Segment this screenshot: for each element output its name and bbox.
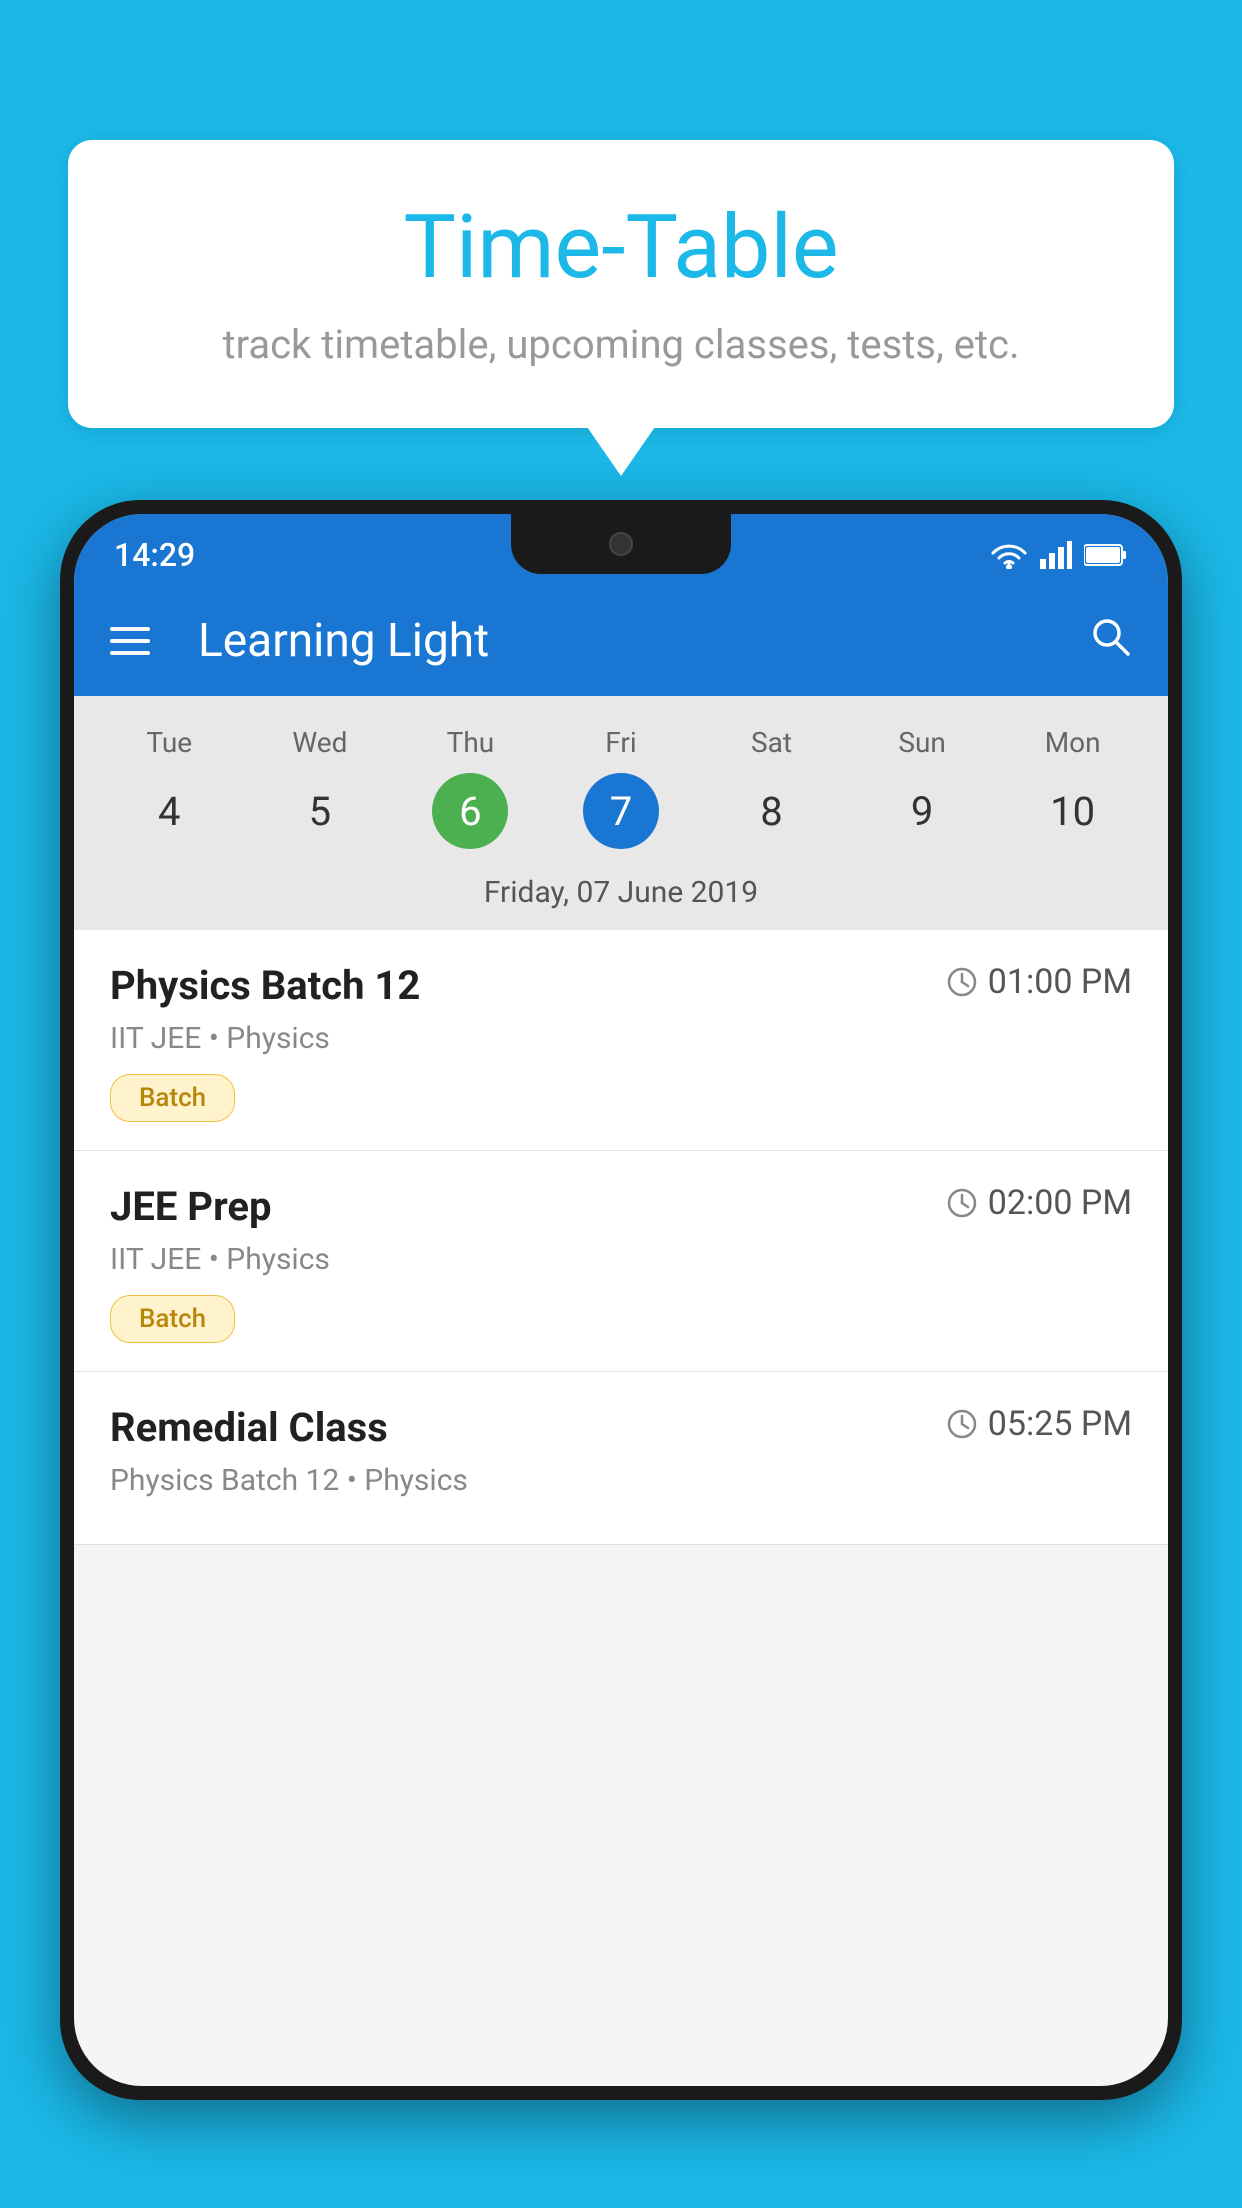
- selected-date-label: Friday, 07 June 2019: [74, 859, 1168, 930]
- day-tue[interactable]: Tue 4: [131, 726, 207, 849]
- phone-screen: 14:29: [74, 514, 1168, 2086]
- day-number-wed: 5: [282, 773, 358, 849]
- day-label-fri: Fri: [605, 726, 636, 759]
- day-number-sun: 9: [884, 773, 960, 849]
- day-label-thu: Thu: [447, 726, 495, 759]
- schedule-item-3[interactable]: Remedial Class 05:25 PM Physics Batch 12…: [74, 1372, 1168, 1545]
- phone-frame: 14:29: [60, 500, 1182, 2100]
- clock-icon: [946, 966, 978, 998]
- schedule-item-title-2: JEE Prep: [110, 1183, 271, 1230]
- wifi-icon: [990, 541, 1028, 569]
- days-row: Tue 4 Wed 5 Thu 6 Fri 7: [74, 716, 1168, 859]
- bubble-subtitle: track timetable, upcoming classes, tests…: [108, 321, 1134, 368]
- search-icon[interactable]: [1088, 613, 1132, 670]
- schedule-item-2[interactable]: JEE Prep 02:00 PM IIT JEE • Physics Batc…: [74, 1151, 1168, 1372]
- batch-badge-2: Batch: [110, 1295, 235, 1343]
- schedule-item-time-2: 02:00 PM: [946, 1183, 1132, 1223]
- schedule-item-header-2: JEE Prep 02:00 PM: [110, 1183, 1132, 1230]
- calendar-section: Tue 4 Wed 5 Thu 6 Fri 7: [74, 696, 1168, 930]
- schedule-item-subtitle-3: Physics Batch 12 • Physics: [110, 1463, 1132, 1498]
- schedule-item-title-1: Physics Batch 12: [110, 962, 420, 1009]
- signal-icon: [1040, 541, 1072, 569]
- speech-bubble-section: Time-Table track timetable, upcoming cla…: [68, 140, 1174, 428]
- day-label-wed: Wed: [292, 726, 347, 759]
- day-sun[interactable]: Sun 9: [884, 726, 960, 849]
- day-number-sat: 8: [734, 773, 810, 849]
- day-sat[interactable]: Sat 8: [734, 726, 810, 849]
- schedule-item-time-1: 01:00 PM: [946, 962, 1132, 1002]
- app-bar-title: Learning Light: [198, 614, 1056, 668]
- time-text-1: 01:00 PM: [988, 962, 1132, 1002]
- day-label-sun: Sun: [898, 726, 946, 759]
- speech-bubble: Time-Table track timetable, upcoming cla…: [68, 140, 1174, 428]
- day-number-fri: 7: [583, 773, 659, 849]
- hamburger-line: [110, 651, 150, 655]
- clock-icon-2: [946, 1187, 978, 1219]
- schedule-item-header-1: Physics Batch 12 01:00 PM: [110, 962, 1132, 1009]
- hamburger-line: [110, 639, 150, 643]
- time-text-3: 05:25 PM: [988, 1404, 1132, 1444]
- schedule-item-1[interactable]: Physics Batch 12 01:00 PM IIT JEE • Phys…: [74, 930, 1168, 1151]
- day-mon[interactable]: Mon 10: [1035, 726, 1111, 849]
- day-number-thu: 6: [432, 773, 508, 849]
- app-bar: Learning Light: [74, 586, 1168, 696]
- hamburger-menu-icon[interactable]: [110, 627, 150, 655]
- day-label-tue: Tue: [146, 726, 192, 759]
- phone-notch: [511, 514, 731, 574]
- status-icons: [990, 541, 1128, 569]
- day-fri[interactable]: Fri 7: [583, 726, 659, 849]
- time-text-2: 02:00 PM: [988, 1183, 1132, 1223]
- bubble-title: Time-Table: [108, 200, 1134, 297]
- day-thu[interactable]: Thu 6: [432, 726, 508, 849]
- camera-dot: [609, 532, 633, 556]
- day-wed[interactable]: Wed 5: [282, 726, 358, 849]
- schedule-item-header-3: Remedial Class 05:25 PM: [110, 1404, 1132, 1451]
- schedule-item-title-3: Remedial Class: [110, 1404, 388, 1451]
- battery-icon: [1084, 543, 1128, 567]
- schedule-list: Physics Batch 12 01:00 PM IIT JEE • Phys…: [74, 930, 1168, 1545]
- schedule-item-subtitle-2: IIT JEE • Physics: [110, 1242, 1132, 1277]
- day-number-mon: 10: [1035, 773, 1111, 849]
- schedule-item-time-3: 05:25 PM: [946, 1404, 1132, 1444]
- day-number-tue: 4: [131, 773, 207, 849]
- day-label-mon: Mon: [1045, 726, 1101, 759]
- status-time: 14:29: [114, 536, 195, 574]
- hamburger-line: [110, 627, 150, 631]
- schedule-item-subtitle-1: IIT JEE • Physics: [110, 1021, 1132, 1056]
- phone-container: 14:29: [60, 500, 1182, 2208]
- clock-icon-3: [946, 1408, 978, 1440]
- batch-badge-1: Batch: [110, 1074, 235, 1122]
- day-label-sat: Sat: [751, 726, 792, 759]
